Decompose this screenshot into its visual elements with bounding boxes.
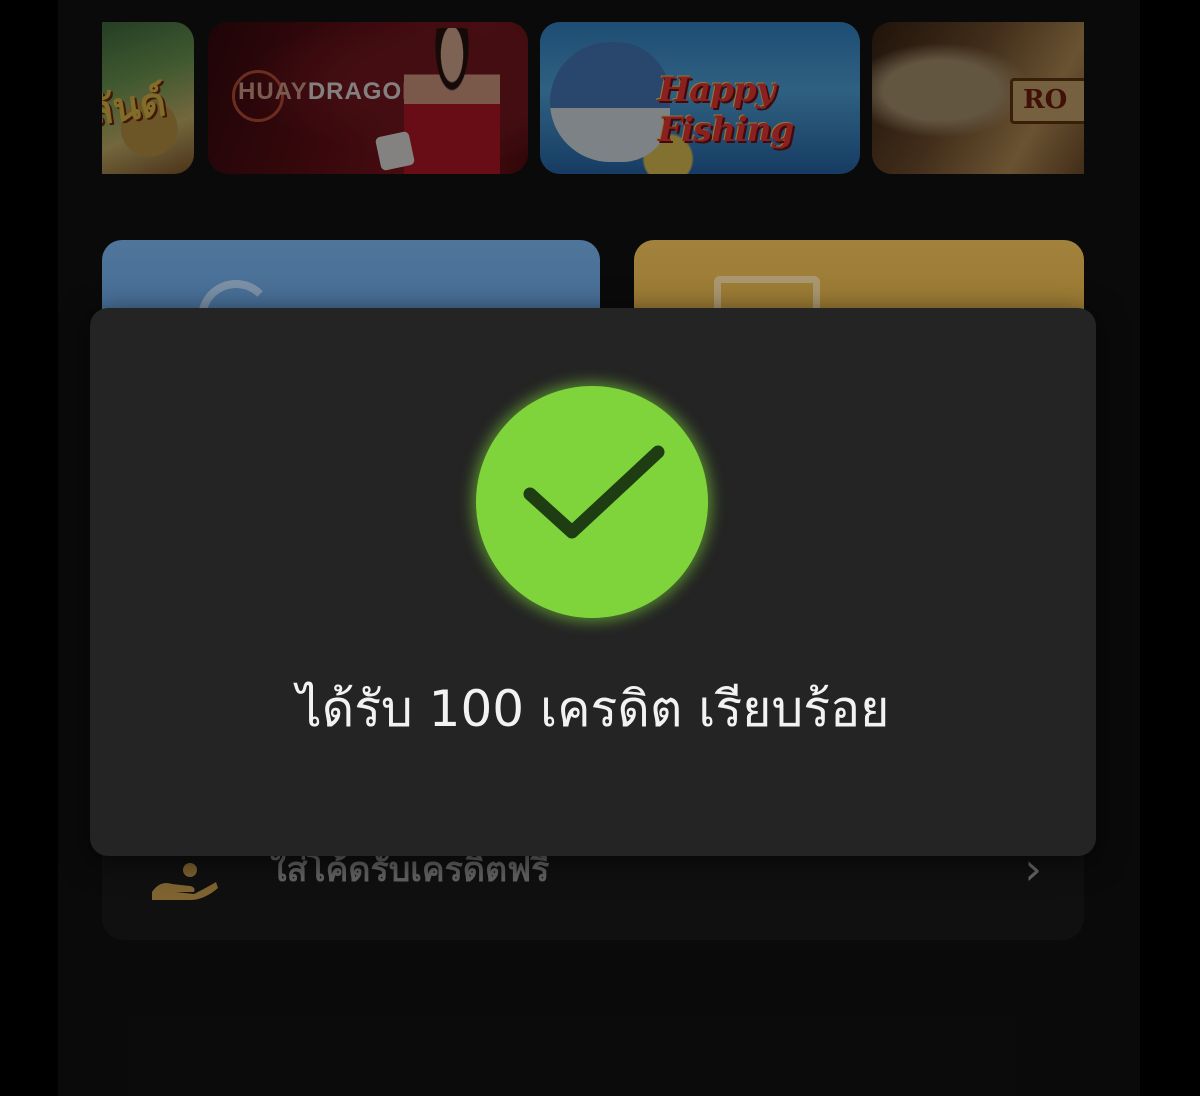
success-message: ได้รับ 100 เครดิต เรียบร้อย	[296, 680, 890, 738]
check-circle-icon	[476, 386, 708, 618]
success-dialog: ได้รับ 100 เครดิต เรียบร้อย	[90, 308, 1096, 856]
